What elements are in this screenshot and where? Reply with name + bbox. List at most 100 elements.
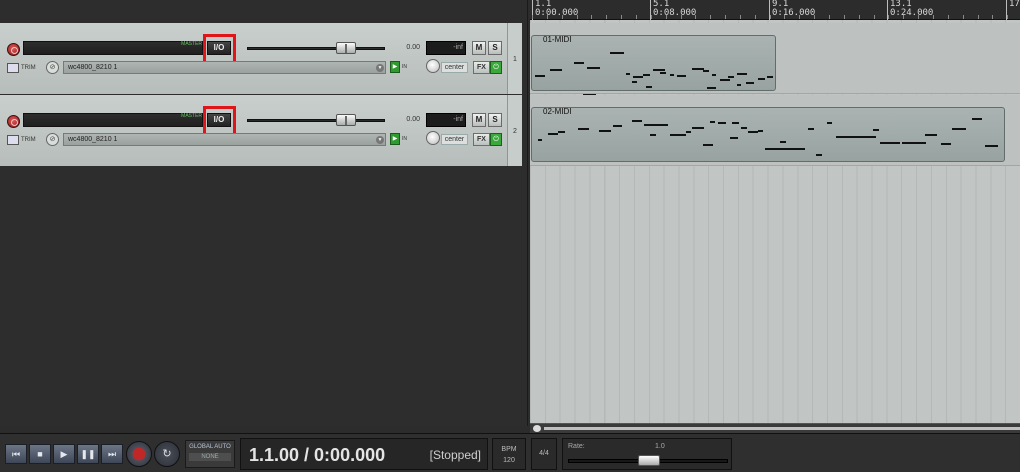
pan-readout: center bbox=[441, 62, 468, 73]
monitor-toggle[interactable]: ▶ bbox=[390, 133, 400, 145]
midi-note bbox=[972, 118, 982, 120]
midi-note bbox=[712, 74, 716, 76]
midi-note bbox=[548, 133, 558, 135]
horizontal-scrollbar[interactable] bbox=[530, 423, 1020, 433]
mute-button[interactable]: M bbox=[472, 113, 486, 127]
repeat-icon[interactable]: ↻ bbox=[154, 441, 180, 467]
midi-note bbox=[880, 142, 900, 144]
volume-slider-thumb[interactable] bbox=[336, 42, 356, 54]
midi-note bbox=[670, 134, 686, 136]
pause-button[interactable]: ❚❚ bbox=[77, 444, 99, 464]
ruler-mark: 13.1 0:24.000 bbox=[887, 0, 933, 20]
play-button[interactable]: ▶ bbox=[53, 444, 75, 464]
volume-slider[interactable] bbox=[247, 119, 385, 122]
midi-note bbox=[535, 75, 545, 77]
midi-note bbox=[613, 125, 622, 127]
play-state: [Stopped] bbox=[429, 448, 481, 462]
time-signature[interactable]: 4/4 bbox=[531, 438, 557, 470]
ruler-mark: 9.1 0:16.000 bbox=[769, 0, 815, 20]
zoom-icon[interactable] bbox=[533, 425, 541, 432]
record-input-selector[interactable]: wc4800_8210 1 bbox=[63, 133, 386, 146]
midi-note bbox=[873, 129, 879, 131]
record-button[interactable] bbox=[126, 441, 152, 467]
midi-note bbox=[737, 84, 741, 86]
midi-note bbox=[925, 134, 937, 136]
volume-slider[interactable] bbox=[247, 47, 385, 50]
midi-note bbox=[767, 76, 773, 78]
volume-readout: 0.00 bbox=[406, 116, 420, 123]
chevron-down-icon[interactable]: ▼ bbox=[376, 136, 384, 144]
fx-button[interactable]: FX bbox=[473, 61, 490, 74]
record-arm-icon[interactable] bbox=[7, 115, 20, 128]
ruler-mark: 5.1 0:08.000 bbox=[650, 0, 696, 20]
phase-invert-icon[interactable]: ⊘ bbox=[46, 61, 59, 74]
pan-knob[interactable] bbox=[426, 59, 440, 73]
ruler-minor-tick bbox=[814, 15, 816, 19]
midi-note bbox=[827, 122, 832, 124]
midi-note bbox=[746, 82, 754, 84]
midi-note bbox=[710, 121, 715, 123]
midi-note bbox=[670, 74, 674, 76]
ruler-minor-tick bbox=[873, 15, 875, 19]
midi-note bbox=[644, 124, 668, 126]
scrollbar-thumb[interactable] bbox=[544, 427, 1020, 430]
ruler-minor-tick bbox=[932, 15, 934, 19]
trim-envelope-icon[interactable] bbox=[7, 135, 19, 145]
ruler-minor-tick bbox=[695, 15, 697, 19]
transport-bar: ⏮ ■ ▶ ❚❚ ⏭ ↻ GLOBAL AUTO NONE 1.1.00 / 0… bbox=[0, 433, 1020, 472]
global-automation-button[interactable]: GLOBAL AUTO NONE bbox=[185, 440, 235, 468]
chevron-down-icon[interactable]: ▼ bbox=[376, 64, 384, 72]
position-display[interactable]: 1.1.00 / 0:00.000 [Stopped] bbox=[240, 438, 488, 470]
trim-label: TRIM bbox=[21, 65, 36, 71]
trim-envelope-icon[interactable] bbox=[7, 63, 19, 73]
bpm-display[interactable]: BPM 120 bbox=[492, 438, 526, 470]
ruler-minor-tick bbox=[561, 15, 563, 19]
track-name-field[interactable] bbox=[23, 41, 203, 55]
go-to-end-button[interactable]: ⏭ bbox=[101, 444, 123, 464]
ruler-mark: 1.1 0:00.000 bbox=[532, 0, 578, 20]
midi-note bbox=[632, 120, 642, 122]
pan-readout: center bbox=[441, 134, 468, 145]
midi-item-name: 01-MIDI bbox=[543, 35, 572, 44]
global-auto-mode: NONE bbox=[189, 453, 231, 461]
track-1[interactable]: MASTER I/O 0.00 -inf M S TRIM ⊘ wc4800_8… bbox=[0, 23, 522, 94]
fx-button[interactable]: FX bbox=[473, 133, 490, 146]
rate-slider-thumb[interactable] bbox=[638, 455, 660, 466]
ruler-minor-tick bbox=[784, 15, 786, 19]
solo-button[interactable]: S bbox=[488, 41, 502, 55]
peak-meter[interactable]: -inf bbox=[426, 41, 466, 55]
mute-button[interactable]: M bbox=[472, 41, 486, 55]
track-lane-1[interactable]: 01-MIDI bbox=[530, 23, 1020, 99]
stop-button[interactable]: ■ bbox=[29, 444, 51, 464]
playrate-control[interactable]: Rate: 1.0 bbox=[562, 438, 732, 470]
midi-item-name: 02-MIDI bbox=[543, 107, 572, 116]
record-arm-icon[interactable] bbox=[7, 43, 20, 56]
go-to-start-button[interactable]: ⏮ bbox=[5, 444, 27, 464]
track-1-panel: MASTER I/O 0.00 -inf M S TRIM ⊘ wc4800_8… bbox=[0, 23, 508, 94]
solo-button[interactable]: S bbox=[488, 113, 502, 127]
track-name-field[interactable] bbox=[23, 113, 203, 127]
ruler-minor-tick bbox=[650, 15, 652, 19]
ruler-minor-tick bbox=[754, 15, 756, 19]
timeline-ruler[interactable]: 1.1 0:00.000 5.1 0:08.000 9.1 0:16.000 13.1… bbox=[530, 0, 1020, 20]
fx-power-icon[interactable]: ⏻ bbox=[490, 133, 502, 146]
track-2[interactable]: MASTER I/O 0.00 -inf M S TRIM ⊘ wc4800_8… bbox=[0, 95, 522, 166]
peak-meter[interactable]: -inf bbox=[426, 113, 466, 127]
monitor-toggle[interactable]: ▶ bbox=[390, 61, 400, 73]
phase-invert-icon[interactable]: ⊘ bbox=[46, 133, 59, 146]
track-lane-2[interactable]: 02-MIDI bbox=[530, 95, 1020, 166]
volume-slider-thumb[interactable] bbox=[336, 114, 356, 126]
midi-note bbox=[836, 136, 876, 138]
midi-item[interactable]: 01-MIDI bbox=[531, 35, 776, 99]
midi-note bbox=[707, 87, 716, 89]
ruler-minor-tick bbox=[799, 15, 801, 19]
pan-knob[interactable] bbox=[426, 131, 440, 145]
fx-power-icon[interactable]: ⏻ bbox=[490, 61, 502, 74]
monitor-in-label: IN bbox=[402, 64, 407, 70]
ruler-minor-tick bbox=[829, 15, 830, 19]
arrange-view[interactable]: 1.1 0:00.000 5.1 0:08.000 9.1 0:16.000 13.1… bbox=[530, 0, 1020, 423]
ruler-minor-tick bbox=[576, 15, 578, 19]
midi-item[interactable]: 02-MIDI bbox=[531, 107, 1005, 162]
midi-note bbox=[587, 67, 600, 69]
record-input-selector[interactable]: wc4800_8210 1 bbox=[63, 61, 386, 74]
